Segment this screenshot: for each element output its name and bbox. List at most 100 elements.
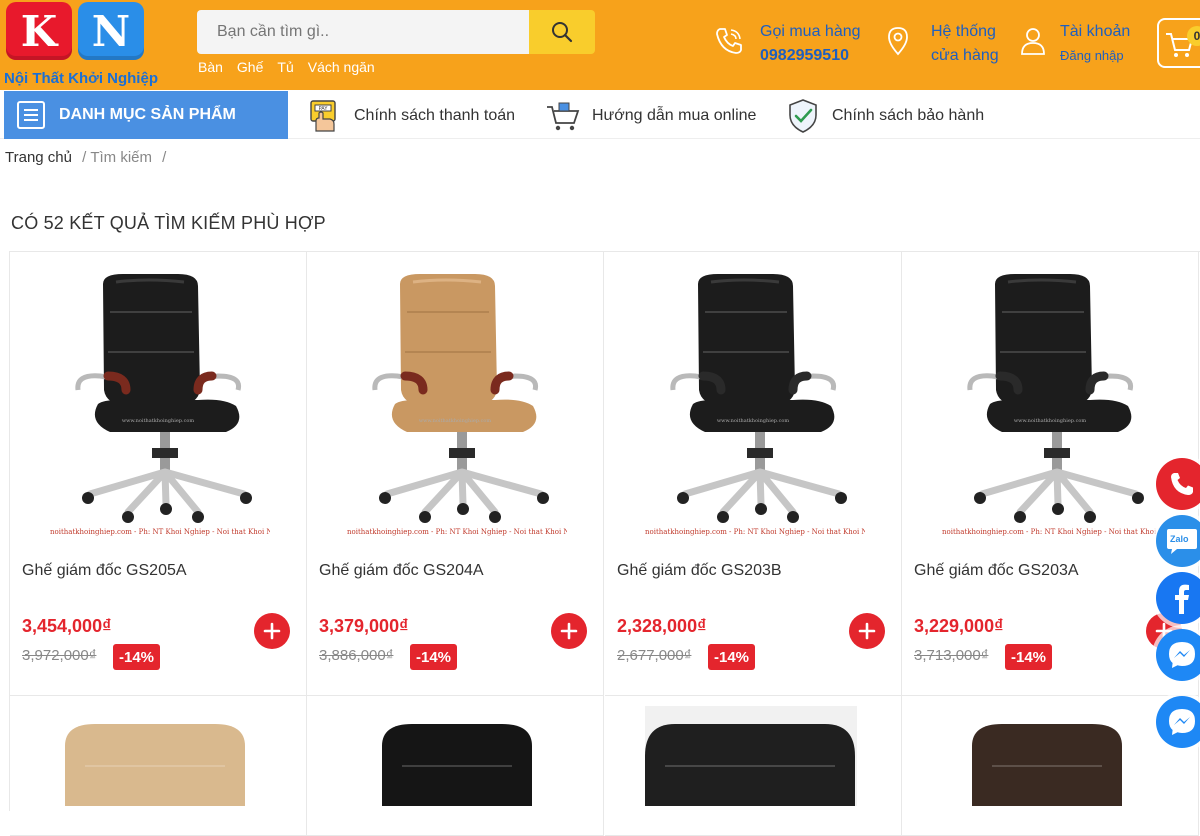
- plus-icon: [858, 622, 876, 640]
- category-menu-label: DANH MỤC SẢN PHẨM: [59, 106, 236, 123]
- svg-text:PAY: PAY: [319, 106, 329, 112]
- product-name[interactable]: Ghế giám đốc GS204A: [319, 562, 484, 580]
- discount-badge: -14%: [708, 644, 756, 670]
- seat-watermark: www.noithatkhoinghiep.com: [1014, 418, 1087, 424]
- account[interactable]: Tài khoản Đăng nhập: [1016, 20, 1130, 68]
- product-name[interactable]: Ghế giám đốc GS203B: [617, 562, 782, 580]
- shield-check-icon: [789, 99, 817, 133]
- product-old-price: 3,713,000₫: [914, 647, 989, 664]
- nav-payment-policy[interactable]: PAY Chính sách thanh toán: [306, 94, 515, 138]
- search-input[interactable]: [197, 10, 529, 54]
- messenger-icon: [1169, 642, 1195, 668]
- quick-links: Bàn Ghế Tủ Vách ngăn: [198, 59, 375, 75]
- product-category-menu-button[interactable]: DANH MỤC SẢN PHẨM: [4, 91, 288, 139]
- seat-watermark: www.noithatkhoinghiep.com: [122, 418, 195, 424]
- plus-icon: [560, 622, 578, 640]
- product-image[interactable]: [10, 696, 307, 806]
- product-grid: www.noithatkhoinghiep.com noithatkhoingh…: [9, 251, 1200, 836]
- hotline[interactable]: Gọi mua hàng 0982959510: [712, 20, 861, 68]
- main-nav: DANH MỤC SẢN PHẨM PAY Chính sách thanh t…: [0, 90, 1200, 139]
- product-old-price: 2,677,000₫: [617, 647, 692, 664]
- discount-badge: -14%: [1005, 644, 1053, 670]
- location-pin-icon: [888, 27, 908, 56]
- product-card[interactable]: [902, 696, 1199, 836]
- logo-tagline: Nội Thất Khởi Nghiệp: [4, 70, 158, 87]
- zalo-label: Zalo: [1170, 534, 1189, 544]
- hotline-number[interactable]: 0982959510: [760, 44, 861, 68]
- cart-count-badge: 0: [1187, 26, 1200, 46]
- image-watermark: noithatkhoinghiep.com - Ph: NT Khoi Nghi…: [347, 528, 567, 536]
- nav-warranty-label: Chính sách bảo hành: [832, 107, 985, 124]
- shopping-cart-icon: [547, 102, 580, 131]
- product-image[interactable]: [902, 696, 1199, 806]
- messenger-icon: [1169, 709, 1195, 735]
- search-button[interactable]: [529, 10, 595, 54]
- product-image[interactable]: www.noithatkhoinghiep.com: [643, 272, 863, 537]
- product-card[interactable]: www.noithatkhoinghiep.com noithatkhoingh…: [307, 252, 604, 696]
- add-to-cart-button[interactable]: [849, 613, 885, 649]
- logo-letter-k: K: [6, 2, 72, 60]
- quick-link-ghe[interactable]: Ghế: [237, 59, 263, 75]
- search-results-title: CÓ 52 KẾT QUẢ TÌM KIẾM PHÙ HỢP: [11, 213, 326, 233]
- nav-online-guide-label: Hướng dẫn mua online: [592, 107, 757, 124]
- product-old-price: 3,886,000₫: [319, 647, 394, 664]
- product-name[interactable]: Ghế giám đốc GS203A: [914, 562, 1079, 580]
- product-price: 3,454,000₫: [22, 616, 112, 636]
- add-to-cart-button[interactable]: [254, 613, 290, 649]
- discount-badge: -14%: [410, 644, 458, 670]
- product-card[interactable]: [307, 696, 604, 836]
- facebook-float-button[interactable]: [1156, 572, 1200, 624]
- menu-list-icon: [17, 101, 45, 129]
- product-name[interactable]: Ghế giám đốc GS205A: [22, 562, 187, 580]
- product-image[interactable]: www.noithatkhoinghiep.com: [48, 272, 268, 537]
- product-price: 3,229,000₫: [914, 616, 1004, 636]
- breadcrumb: Trang chủ / Tìm kiếm /: [5, 149, 170, 166]
- nav-online-guide[interactable]: Hướng dẫn mua online: [544, 94, 756, 138]
- logo-letter-n: N: [78, 2, 144, 60]
- image-watermark: noithatkhoinghiep.com - Ph: NT Khoi Nghi…: [942, 528, 1162, 536]
- search-icon: [552, 22, 573, 43]
- quick-link-ban[interactable]: Bàn: [198, 59, 223, 75]
- product-card[interactable]: [10, 696, 307, 836]
- add-to-cart-button[interactable]: [551, 613, 587, 649]
- store-line1: Hệ thống: [931, 23, 996, 40]
- product-image[interactable]: www.noithatkhoinghiep.com: [940, 272, 1160, 537]
- payment-icon: PAY: [310, 100, 336, 132]
- messenger-float-button[interactable]: [1156, 629, 1200, 681]
- account-label: Tài khoản: [1060, 23, 1131, 40]
- nav-warranty-policy[interactable]: Chính sách bảo hành: [784, 94, 984, 138]
- store-system[interactable]: Hệ thống cửa hàng: [881, 20, 999, 68]
- login-link[interactable]: Đăng nhập: [1060, 44, 1130, 68]
- discount-badge: -14%: [113, 644, 161, 670]
- quick-link-vach-ngan[interactable]: Vách ngăn: [308, 59, 375, 75]
- call-float-button[interactable]: [1156, 458, 1200, 510]
- breadcrumb-current: Tìm kiếm: [90, 149, 152, 166]
- phone-icon: [716, 28, 742, 54]
- product-image[interactable]: [605, 696, 902, 806]
- messenger-float-button-2[interactable]: [1156, 696, 1200, 748]
- breadcrumb-separator: /: [82, 149, 87, 166]
- site-logo[interactable]: K N Nội Thất Khởi Nghiệp: [4, 0, 158, 90]
- breadcrumb-separator: /: [162, 149, 167, 166]
- product-card[interactable]: www.noithatkhoinghiep.com noithatkhoingh…: [10, 252, 307, 696]
- facebook-icon: [1175, 584, 1189, 614]
- nav-payment-label: Chính sách thanh toán: [354, 107, 516, 124]
- hotline-label: Gọi mua hàng: [760, 23, 861, 40]
- image-watermark: noithatkhoinghiep.com - Ph: NT Khoi Nghi…: [50, 528, 270, 536]
- product-image[interactable]: [307, 696, 604, 806]
- quick-link-tu[interactable]: Tủ: [277, 59, 293, 75]
- seat-watermark: www.noithatkhoinghiep.com: [717, 418, 790, 424]
- breadcrumb-home[interactable]: Trang chủ: [5, 149, 72, 166]
- cart-button[interactable]: 0: [1157, 18, 1200, 68]
- plus-icon: [263, 622, 281, 640]
- product-card[interactable]: [605, 696, 902, 836]
- product-price: 3,379,000₫: [319, 616, 409, 636]
- product-card[interactable]: www.noithatkhoinghiep.com noithatkhoingh…: [605, 252, 902, 696]
- product-card[interactable]: www.noithatkhoinghiep.com noithatkhoingh…: [902, 252, 1199, 696]
- seat-watermark: www.noithatkhoinghiep.com: [419, 418, 492, 424]
- zalo-float-button[interactable]: Zalo: [1156, 515, 1200, 567]
- store-line2: cửa hàng: [931, 47, 999, 64]
- product-image[interactable]: www.noithatkhoinghiep.com: [345, 272, 565, 537]
- site-header: K N Nội Thất Khởi Nghiệp Bàn Ghế Tủ Vách…: [0, 0, 1200, 90]
- product-old-price: 3,972,000₫: [22, 647, 97, 664]
